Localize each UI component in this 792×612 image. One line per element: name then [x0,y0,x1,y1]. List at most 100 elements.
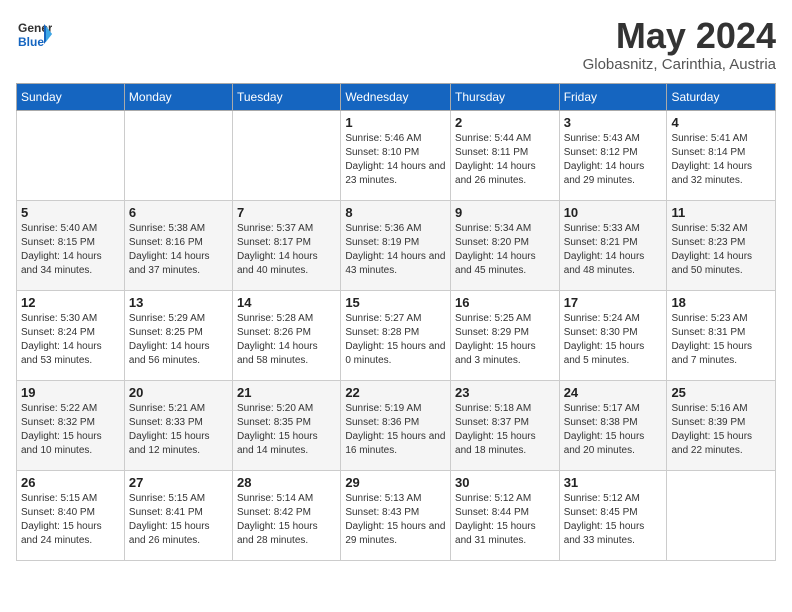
calendar-cell: 8 Sunrise: 5:36 AMSunset: 8:19 PMDaylight… [341,200,451,290]
calendar-cell: 26 Sunrise: 5:15 AMSunset: 8:40 PMDayligh… [17,470,125,560]
day-number: 8 [345,205,446,220]
day-number: 29 [345,475,446,490]
calendar-cell: 6 Sunrise: 5:38 AMSunset: 8:16 PMDaylight… [124,200,232,290]
day-header-tuesday: Tuesday [233,83,341,110]
title-area: May 2024 Globasnitz, Carinthia, Austria [583,16,776,73]
day-number: 25 [671,385,771,400]
day-info: Sunrise: 5:37 AMSunset: 8:17 PMDaylight:… [237,222,336,278]
logo-icon: General Blue [16,16,52,57]
calendar-cell: 12 Sunrise: 5:30 AMSunset: 8:24 PMDayligh… [17,290,125,380]
calendar-cell: 29 Sunrise: 5:13 AMSunset: 8:43 PMDayligh… [341,470,451,560]
day-number: 1 [345,115,446,130]
day-info: Sunrise: 5:14 AMSunset: 8:42 PMDaylight:… [237,492,336,548]
day-info: Sunrise: 5:32 AMSunset: 8:23 PMDaylight:… [671,222,771,278]
day-header-wednesday: Wednesday [341,83,451,110]
day-info: Sunrise: 5:20 AMSunset: 8:35 PMDaylight:… [237,402,336,458]
day-number: 24 [564,385,663,400]
day-info: Sunrise: 5:29 AMSunset: 8:25 PMDaylight:… [129,312,228,368]
calendar-cell: 31Sunrise: 5:12 AMSunset: 8:45 PMDayligh… [559,470,667,560]
week-row-4: 19 Sunrise: 5:22 AMSunset: 8:32 PMDayligh… [17,380,776,470]
day-info: Sunrise: 5:21 AMSunset: 8:33 PMDaylight:… [129,402,228,458]
calendar-cell: 19 Sunrise: 5:22 AMSunset: 8:32 PMDayligh… [17,380,125,470]
location-subtitle: Globasnitz, Carinthia, Austria [583,56,776,73]
day-number: 26 [21,475,120,490]
days-header-row: SundayMondayTuesdayWednesdayThursdayFrid… [17,83,776,110]
calendar-cell: 28 Sunrise: 5:14 AMSunset: 8:42 PMDayligh… [233,470,341,560]
calendar-cell: 10Sunrise: 5:33 AMSunset: 8:21 PMDayligh… [559,200,667,290]
day-number: 10 [564,205,663,220]
day-info: Sunrise: 5:12 AMSunset: 8:44 PMDaylight:… [455,492,555,548]
calendar-cell [667,470,776,560]
calendar-cell: 7 Sunrise: 5:37 AMSunset: 8:17 PMDaylight… [233,200,341,290]
week-row-5: 26 Sunrise: 5:15 AMSunset: 8:40 PMDayligh… [17,470,776,560]
day-number: 2 [455,115,555,130]
day-info: Sunrise: 5:22 AMSunset: 8:32 PMDaylight:… [21,402,120,458]
logo: General Blue [16,16,52,57]
week-row-1: 1 Sunrise: 5:46 AMSunset: 8:10 PMDaylight… [17,110,776,200]
day-info: Sunrise: 5:46 AMSunset: 8:10 PMDaylight:… [345,132,446,188]
day-info: Sunrise: 5:15 AMSunset: 8:41 PMDaylight:… [129,492,228,548]
day-header-saturday: Saturday [667,83,776,110]
day-number: 30 [455,475,555,490]
day-info: Sunrise: 5:16 AMSunset: 8:39 PMDaylight:… [671,402,771,458]
calendar-cell: 20 Sunrise: 5:21 AMSunset: 8:33 PMDayligh… [124,380,232,470]
calendar-cell: 15 Sunrise: 5:27 AMSunset: 8:28 PMDayligh… [341,290,451,380]
day-number: 19 [21,385,120,400]
calendar-cell [17,110,125,200]
day-info: Sunrise: 5:18 AMSunset: 8:37 PMDaylight:… [455,402,555,458]
day-number: 13 [129,295,228,310]
day-number: 14 [237,295,336,310]
day-info: Sunrise: 5:36 AMSunset: 8:19 PMDaylight:… [345,222,446,278]
day-info: Sunrise: 5:40 AMSunset: 8:15 PMDaylight:… [21,222,120,278]
day-number: 22 [345,385,446,400]
month-title: May 2024 [583,16,776,56]
day-number: 15 [345,295,446,310]
calendar-cell: 3Sunrise: 5:43 AMSunset: 8:12 PMDaylight… [559,110,667,200]
day-info: Sunrise: 5:19 AMSunset: 8:36 PMDaylight:… [345,402,446,458]
day-number: 20 [129,385,228,400]
day-info: Sunrise: 5:13 AMSunset: 8:43 PMDaylight:… [345,492,446,548]
svg-text:Blue: Blue [18,35,44,49]
day-info: Sunrise: 5:44 AMSunset: 8:11 PMDaylight:… [455,132,555,188]
calendar-cell: 2 Sunrise: 5:44 AMSunset: 8:11 PMDaylight… [451,110,560,200]
day-info: Sunrise: 5:27 AMSunset: 8:28 PMDaylight:… [345,312,446,368]
day-info: Sunrise: 5:23 AMSunset: 8:31 PMDaylight:… [671,312,771,368]
day-number: 28 [237,475,336,490]
day-number: 5 [21,205,120,220]
calendar-cell: 24 Sunrise: 5:17 AMSunset: 8:38 PMDayligh… [559,380,667,470]
day-info: Sunrise: 5:17 AMSunset: 8:38 PMDaylight:… [564,402,663,458]
calendar-cell: 23Sunrise: 5:18 AMSunset: 8:37 PMDayligh… [451,380,560,470]
day-number: 9 [455,205,555,220]
calendar-cell: 17Sunrise: 5:24 AMSunset: 8:30 PMDayligh… [559,290,667,380]
calendar-cell: 16 Sunrise: 5:25 AMSunset: 8:29 PMDayligh… [451,290,560,380]
calendar-cell [124,110,232,200]
calendar-cell: 5 Sunrise: 5:40 AMSunset: 8:15 PMDaylight… [17,200,125,290]
day-header-monday: Monday [124,83,232,110]
calendar-cell: 9 Sunrise: 5:34 AMSunset: 8:20 PMDaylight… [451,200,560,290]
day-number: 17 [564,295,663,310]
day-info: Sunrise: 5:34 AMSunset: 8:20 PMDaylight:… [455,222,555,278]
day-header-friday: Friday [559,83,667,110]
day-number: 16 [455,295,555,310]
day-header-thursday: Thursday [451,83,560,110]
day-number: 6 [129,205,228,220]
day-number: 4 [671,115,771,130]
day-info: Sunrise: 5:30 AMSunset: 8:24 PMDaylight:… [21,312,120,368]
day-info: Sunrise: 5:15 AMSunset: 8:40 PMDaylight:… [21,492,120,548]
day-info: Sunrise: 5:38 AMSunset: 8:16 PMDaylight:… [129,222,228,278]
day-info: Sunrise: 5:25 AMSunset: 8:29 PMDaylight:… [455,312,555,368]
day-header-sunday: Sunday [17,83,125,110]
week-row-3: 12 Sunrise: 5:30 AMSunset: 8:24 PMDayligh… [17,290,776,380]
day-number: 7 [237,205,336,220]
week-row-2: 5 Sunrise: 5:40 AMSunset: 8:15 PMDaylight… [17,200,776,290]
calendar-cell: 25 Sunrise: 5:16 AMSunset: 8:39 PMDayligh… [667,380,776,470]
calendar-table: SundayMondayTuesdayWednesdayThursdayFrid… [16,83,776,561]
header: General Blue May 2024 Globasnitz, Carint… [16,16,776,73]
day-number: 12 [21,295,120,310]
day-number: 31 [564,475,663,490]
day-number: 11 [671,205,771,220]
day-info: Sunrise: 5:43 AMSunset: 8:12 PMDaylight:… [564,132,663,188]
calendar-cell: 4Sunrise: 5:41 AMSunset: 8:14 PMDaylight… [667,110,776,200]
calendar-cell: 18Sunrise: 5:23 AMSunset: 8:31 PMDayligh… [667,290,776,380]
day-info: Sunrise: 5:28 AMSunset: 8:26 PMDaylight:… [237,312,336,368]
